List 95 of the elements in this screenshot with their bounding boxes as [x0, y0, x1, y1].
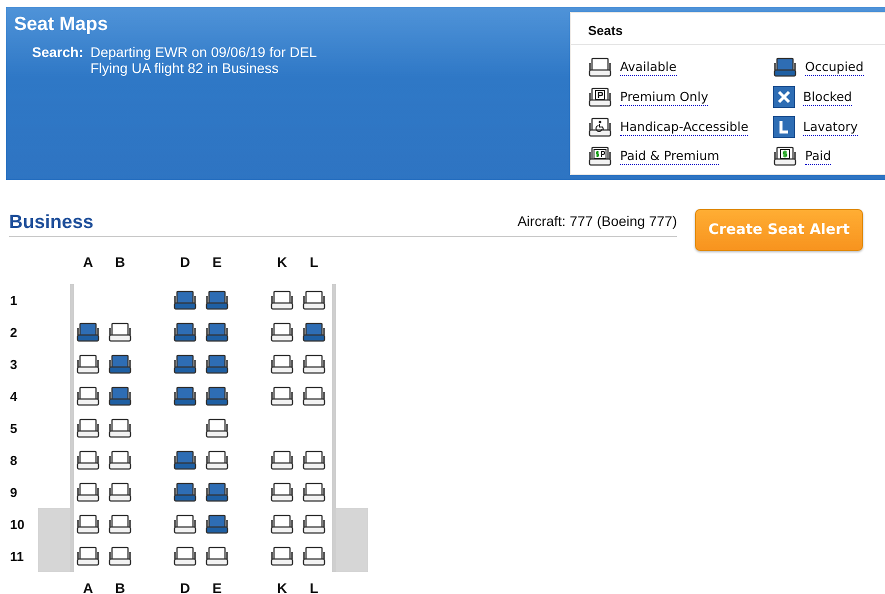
paid-seat-icon: [773, 146, 797, 167]
seat-icon: [588, 57, 612, 78]
seat-icon[interactable]: [270, 290, 294, 310]
seat-icon[interactable]: [205, 290, 229, 310]
seat-icon[interactable]: [205, 418, 229, 438]
seat-icon[interactable]: [270, 322, 294, 342]
seat-icon[interactable]: [108, 322, 132, 342]
lavatory-icon: [773, 116, 795, 138]
seat-icon[interactable]: [302, 514, 326, 534]
column-letter: A: [82, 580, 94, 594]
row-number: 8: [10, 452, 18, 468]
column-letter: E: [212, 254, 222, 270]
column-letter: A: [82, 254, 94, 270]
row-number: 9: [10, 484, 18, 500]
seat-icon[interactable]: [76, 514, 100, 534]
row-number: 10: [10, 516, 24, 532]
occupied-seat-icon: [773, 57, 797, 78]
seat-icon[interactable]: [302, 546, 326, 566]
seat-icon[interactable]: [108, 482, 132, 502]
seat-icon[interactable]: [173, 322, 197, 342]
seat-icon[interactable]: [173, 546, 197, 566]
seat-icon[interactable]: [173, 482, 197, 502]
column-letter: L: [310, 580, 318, 594]
legend-link[interactable]: Lavatory: [803, 118, 858, 136]
column-letter: B: [114, 254, 126, 270]
row-number: 5: [10, 420, 18, 436]
seat-icon[interactable]: [76, 418, 100, 438]
search-label: Search:: [32, 44, 84, 62]
legend-link[interactable]: Handicap-Accessible: [620, 118, 748, 136]
seat-icon[interactable]: [108, 450, 132, 470]
seat-icon[interactable]: [270, 386, 294, 406]
row-number: 1: [10, 292, 18, 308]
seat-icon[interactable]: [76, 546, 100, 566]
column-letter: E: [212, 580, 222, 594]
seat-icon[interactable]: [76, 354, 100, 374]
seat-icon[interactable]: [173, 514, 197, 534]
row-number: 11: [10, 548, 24, 564]
seat-icon[interactable]: [173, 290, 197, 310]
seat-icon[interactable]: [108, 514, 132, 534]
accessible-seat-icon: [588, 116, 612, 138]
seat-icon[interactable]: [302, 482, 326, 502]
seat-icon[interactable]: [302, 354, 326, 374]
cabin-title: Business: [9, 212, 94, 234]
seat-icon[interactable]: [205, 450, 229, 470]
seat-icon[interactable]: [173, 354, 197, 374]
seat-icon[interactable]: [108, 418, 132, 438]
seat-icon[interactable]: [270, 514, 294, 534]
column-letter: D: [180, 254, 190, 270]
seat-icon[interactable]: [205, 386, 229, 406]
column-letter: L: [310, 254, 318, 270]
search-summary: Flying UA flight 82 in Business: [90, 60, 280, 76]
seat-icon[interactable]: [205, 482, 229, 502]
seat-icon[interactable]: [108, 354, 132, 374]
legend-link[interactable]: Blocked: [803, 88, 852, 106]
legend-link[interactable]: Paid & Premium: [620, 148, 720, 165]
search-summary: Departing EWR on 09/06/19 for DEL: [90, 44, 317, 60]
column-letter: D: [180, 580, 190, 594]
seat-icon[interactable]: [205, 322, 229, 342]
seat-icon[interactable]: [173, 450, 197, 470]
seat-icon[interactable]: [205, 546, 229, 566]
seat-icon[interactable]: [302, 290, 326, 310]
exit-row-marker: [336, 540, 368, 572]
seat-icon[interactable]: [270, 354, 294, 374]
column-letter: B: [114, 580, 126, 594]
seat-icon[interactable]: [76, 322, 100, 342]
seat-icon[interactable]: [108, 546, 132, 566]
legend-link[interactable]: Occupied: [805, 59, 864, 76]
seat-icon[interactable]: [76, 450, 100, 470]
seat-icon[interactable]: [108, 386, 132, 406]
page-title: Seat Maps: [14, 14, 109, 36]
column-letter: K: [276, 580, 288, 594]
seat-icon[interactable]: [302, 386, 326, 406]
legend-link[interactable]: Available: [620, 59, 677, 76]
row-number: 4: [10, 388, 18, 404]
seat-icon[interactable]: [173, 386, 197, 406]
seat-icon[interactable]: [302, 322, 326, 342]
seat-icon[interactable]: [270, 450, 294, 470]
row-number: 2: [10, 324, 18, 340]
aircraft-label: Aircraft: 777 (Boeing 777): [517, 213, 677, 231]
exit-row-marker: [336, 508, 368, 540]
seat-icon[interactable]: [302, 450, 326, 470]
legend-link[interactable]: Paid: [805, 148, 832, 165]
seat-icon[interactable]: [205, 514, 229, 534]
column-letter: K: [276, 254, 288, 270]
legend-link[interactable]: Premium Only: [620, 88, 708, 106]
seat-icon[interactable]: [76, 482, 100, 502]
seat-icon[interactable]: [76, 386, 100, 406]
premium-seat-icon: [588, 86, 612, 108]
seat-icon[interactable]: [205, 354, 229, 374]
row-number: 3: [10, 356, 18, 372]
seat-icon[interactable]: [270, 482, 294, 502]
legend-title: Seats: [571, 13, 885, 45]
blocked-icon: [773, 86, 795, 108]
seat-icon[interactable]: [270, 546, 294, 566]
paid-premium-seat-icon: [588, 146, 612, 167]
